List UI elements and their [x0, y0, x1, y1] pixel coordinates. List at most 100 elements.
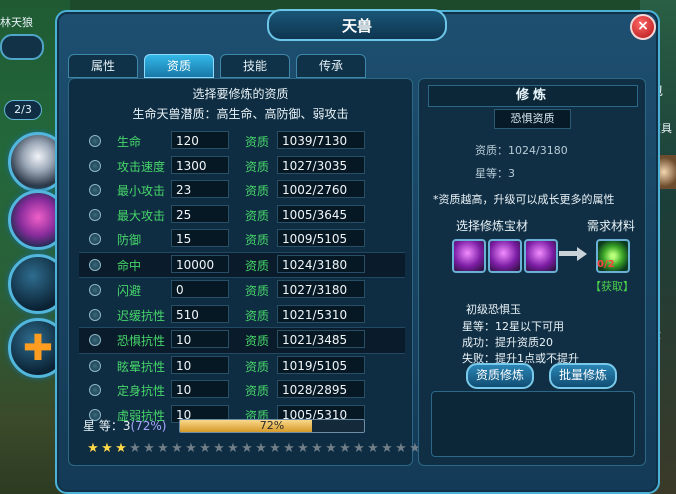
attribute-value: 25 — [171, 204, 229, 223]
attribute-list: 生命 120 资质 1039/7130 攻击速度 1300 资质 1027/3035 最小攻… — [79, 129, 405, 427]
aptitude-label: 资质 — [245, 258, 270, 273]
row-radio[interactable] — [89, 258, 101, 271]
star-icon: ★ — [101, 441, 113, 456]
attribute-name: 眩晕抗性 — [117, 359, 166, 374]
tab-skills[interactable]: 技能 — [220, 54, 290, 78]
star-icon: ★ — [87, 441, 99, 456]
material-gem-slot-1[interactable] — [452, 239, 486, 273]
attribute-row[interactable]: 迟缓抗性 510 资质 1021/5310 — [79, 303, 405, 328]
star-progress-bar: 72% — [179, 419, 365, 433]
row-radio[interactable] — [89, 334, 101, 346]
attribute-row[interactable]: 生命 120 资质 1039/7130 — [79, 129, 405, 154]
attribute-row[interactable]: 最大攻击 25 资质 1005/3645 — [79, 203, 405, 228]
aptitude-value: 1019/5105 — [277, 355, 365, 374]
pet-counter: 2/3 — [4, 100, 42, 120]
aptitude-value: 1039/7130 — [277, 131, 365, 149]
star-rating: ★★★★★★★★★★★★★★★★★★★★★★★★★ — [87, 441, 435, 456]
aptitude-value: 1024/3180 — [277, 254, 365, 273]
required-material-count: 0/2 — [597, 259, 615, 270]
star-icon: ★ — [157, 441, 169, 456]
aptitude-label: 资质 — [245, 159, 270, 174]
aptitude-label: 资质 — [245, 233, 270, 247]
attribute-value: 0 — [171, 280, 229, 298]
train-aptitude-button[interactable]: 资质修炼 — [466, 363, 534, 389]
star-icon: ★ — [241, 441, 253, 456]
batch-train-button[interactable]: 批量修炼 — [549, 363, 617, 389]
aptitude-label: 资质 — [245, 208, 270, 223]
selected-star-level: 星等：3 — [475, 167, 515, 180]
row-radio[interactable] — [89, 384, 101, 396]
aptitude-label: 资质 — [245, 334, 270, 348]
tab-attributes[interactable]: 属性 — [68, 54, 138, 78]
tab-inheritance[interactable]: 传承 — [296, 54, 366, 78]
attribute-row[interactable]: 眩晕抗性 10 资质 1019/5105 — [79, 354, 405, 379]
row-radio[interactable] — [89, 284, 101, 296]
material-success-effect: 成功：提升资质20 — [462, 336, 553, 349]
select-aptitude-label: 选择要修炼的资质 — [192, 87, 289, 101]
obtain-link[interactable]: 【获取】 — [590, 278, 634, 294]
material-star-requirement: 星等：12星以下可用 — [462, 320, 564, 333]
star-icon: ★ — [283, 441, 295, 456]
star-icon: ★ — [129, 441, 141, 456]
window-title: 天兽 — [267, 9, 447, 41]
attribute-value: 510 — [171, 304, 229, 323]
aptitude-value: 1021/5310 — [277, 304, 365, 323]
row-radio[interactable] — [89, 359, 101, 372]
row-radio[interactable] — [89, 159, 101, 172]
star-level-percent: (72%) — [130, 419, 167, 433]
star-level-label: 星 等：3 — [83, 419, 131, 433]
aptitude-value: 1009/5105 — [277, 229, 365, 247]
close-button[interactable]: × — [630, 14, 656, 40]
attribute-value: 10000 — [171, 254, 229, 273]
row-radio[interactable] — [89, 184, 101, 196]
attribute-name: 最小攻击 — [117, 184, 166, 198]
tab-bar: 属性 资质 技能 传承 — [68, 54, 370, 78]
star-icon: ★ — [171, 441, 183, 456]
star-icon: ★ — [297, 441, 309, 456]
attribute-row[interactable]: 命中 10000 资质 1024/3180 — [79, 251, 405, 278]
row-radio[interactable] — [89, 135, 101, 147]
attribute-row[interactable]: 防御 15 资质 1009/5105 — [79, 227, 405, 252]
aptitude-value: 1027/3035 — [277, 155, 365, 174]
aptitude-label: 资质 — [245, 384, 270, 398]
aptitude-label: 资质 — [245, 359, 270, 374]
row-radio[interactable] — [89, 208, 101, 221]
aptitude-value: 1021/3485 — [277, 330, 365, 348]
attribute-name: 生命 — [117, 135, 142, 149]
attribute-value: 23 — [171, 180, 229, 198]
attribute-name: 迟缓抗性 — [117, 308, 166, 323]
star-icon: ★ — [325, 441, 337, 456]
selected-aptitude-value: 资质：1024/3180 — [475, 144, 568, 157]
material-name: 初级恐惧玉 — [466, 303, 521, 316]
star-icon: ★ — [367, 441, 379, 456]
star-icon: ★ — [339, 441, 351, 456]
attribute-name: 最大攻击 — [117, 208, 166, 223]
aptitude-label: 资质 — [245, 284, 270, 298]
training-panel: 修炼 恐惧资质 资质：1024/3180 星等：3 *资质越高，升级可以成长更多… — [418, 78, 646, 466]
minimap-toggle[interactable] — [0, 34, 44, 60]
attribute-name: 命中 — [117, 258, 142, 273]
attribute-row[interactable]: 攻击速度 1300 资质 1027/3035 — [79, 154, 405, 179]
star-icon: ★ — [395, 441, 407, 456]
attribute-row[interactable]: 最小攻击 23 资质 1002/2760 — [79, 178, 405, 203]
row-radio[interactable] — [89, 308, 101, 321]
required-material-label: 需求材料 — [587, 219, 636, 233]
row-radio[interactable] — [89, 233, 101, 245]
attribute-value: 10 — [171, 380, 229, 398]
attribute-row[interactable]: 闪避 0 资质 1027/3180 — [79, 278, 405, 303]
attribute-name: 恐惧抗性 — [117, 334, 166, 348]
attribute-value: 10 — [171, 330, 229, 348]
pet-potential: 生命天兽潜质：高生命、高防御、弱攻击 — [132, 107, 349, 121]
attribute-row-selected[interactable]: 恐惧抗性 10 资质 1021/3485 — [79, 327, 405, 354]
material-gem-slot-2[interactable] — [488, 239, 522, 273]
attribute-value: 10 — [171, 355, 229, 374]
target-name: 林天狼 — [0, 16, 33, 29]
attribute-value: 120 — [171, 131, 229, 149]
attribute-value: 1300 — [171, 155, 229, 174]
star-level: 星 等：3(72%) — [83, 417, 167, 434]
aptitude-value: 1027/3180 — [277, 280, 365, 298]
tab-aptitude[interactable]: 资质 — [144, 54, 214, 78]
material-gem-slot-3[interactable] — [524, 239, 558, 273]
star-icon: ★ — [143, 441, 155, 456]
attribute-row[interactable]: 定身抗性 10 资质 1028/2895 — [79, 378, 405, 403]
